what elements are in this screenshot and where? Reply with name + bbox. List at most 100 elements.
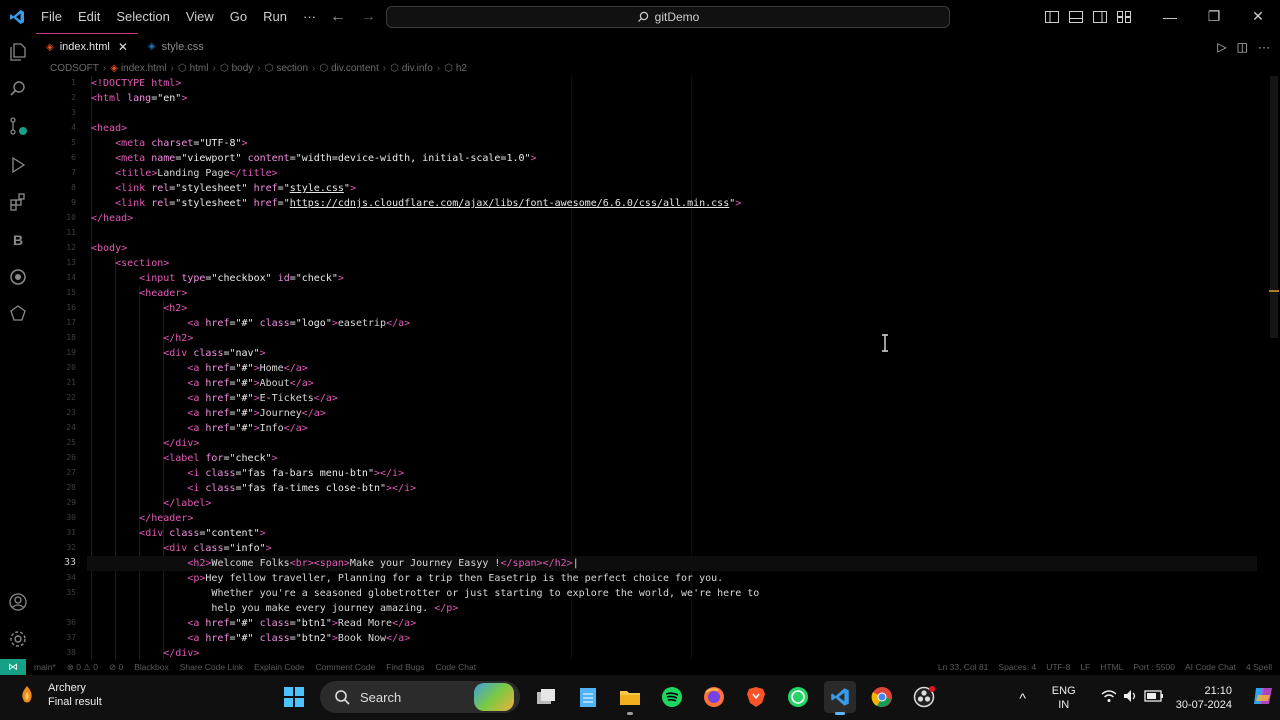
edge-devtools-icon[interactable]: [6, 265, 30, 289]
code-line: <i class="fas fa-bars menu-btn"></i>: [91, 466, 404, 481]
spell-count[interactable]: 4 Spell: [1246, 662, 1272, 672]
file-explorer-icon[interactable]: [614, 681, 646, 715]
maximize-button[interactable]: ❐: [1192, 0, 1236, 33]
ai-code-chat[interactable]: AI Code Chat: [1185, 662, 1236, 672]
code-line: <header>: [91, 286, 187, 301]
explain-code[interactable]: Explain Code: [254, 662, 305, 672]
more-actions-icon[interactable]: ···: [1258, 40, 1270, 54]
cursor-position[interactable]: Ln 33, Col 81: [938, 662, 989, 672]
obs-icon[interactable]: [908, 681, 940, 713]
volume-icon[interactable]: [1120, 689, 1142, 707]
code-chat[interactable]: Code Chat: [435, 662, 476, 672]
breadcrumb-item[interactable]: ⬡ div.content: [319, 63, 378, 74]
code-token: </a>: [386, 633, 411, 644]
code-editor[interactable]: 1 2 3 4 5 6 7 8 9 10 11 12 13 14 15 16 1…: [36, 76, 1268, 659]
menu-edit[interactable]: Edit: [70, 0, 108, 33]
source-control-icon[interactable]: [6, 115, 30, 139]
explorer-icon[interactable]: [6, 40, 30, 64]
remote-explorer-icon[interactable]: [6, 302, 30, 326]
forward-arrow-icon[interactable]: →: [360, 8, 376, 26]
problems-count[interactable]: ⊗ 0 ⚠ 0: [67, 662, 98, 673]
code-token: name: [151, 153, 176, 164]
encoding[interactable]: UTF-8: [1046, 662, 1070, 672]
code-line: <i class="fas fa-times close-btn"></i>: [91, 481, 416, 496]
breadcrumb-item[interactable]: ⬡ body: [220, 63, 253, 74]
breadcrumb-item[interactable]: ⬡ h2: [444, 63, 467, 74]
wifi-icon[interactable]: [1098, 689, 1120, 707]
menu-file[interactable]: File: [33, 0, 70, 33]
settings-gear-icon[interactable]: [6, 627, 30, 651]
breadcrumb-item[interactable]: ⬡ div.info: [390, 63, 433, 74]
run-debug-icon[interactable]: [6, 153, 30, 177]
find-bugs[interactable]: Find Bugs: [386, 662, 424, 672]
breadcrumb-item[interactable]: ⬡ section: [265, 63, 308, 74]
show-hidden-icons[interactable]: ^: [1008, 691, 1038, 705]
menu-view[interactable]: View: [178, 0, 222, 33]
whatsapp-icon[interactable]: [782, 681, 814, 713]
code-area[interactable]: <!DOCTYPE html> <html lang="en"> <head> …: [87, 76, 1257, 659]
breadcrumb-item[interactable]: CODSOFT: [50, 63, 99, 74]
task-view-icon[interactable]: [530, 681, 562, 713]
input-language[interactable]: ENG IN: [1044, 684, 1084, 712]
vscode-taskbar-icon[interactable]: [824, 681, 856, 715]
taskbar-search[interactable]: Search: [320, 681, 520, 713]
toggle-primary-sidebar-icon[interactable]: [1040, 0, 1064, 33]
clock[interactable]: 21:10 30-07-2024: [1176, 684, 1232, 712]
menu-run[interactable]: Run: [255, 0, 295, 33]
toggle-secondary-sidebar-icon[interactable]: [1088, 0, 1112, 33]
back-arrow-icon[interactable]: ←: [330, 8, 346, 26]
code-token: =": [277, 198, 290, 209]
news-widget[interactable]: Archery Final result: [16, 681, 102, 709]
brave-icon[interactable]: [740, 681, 772, 713]
spotify-icon[interactable]: [656, 681, 688, 713]
menu-more[interactable]: ···: [295, 0, 324, 33]
scroll-thumb[interactable]: [1270, 76, 1278, 338]
remote-indicator-icon[interactable]: ⋈: [0, 659, 26, 675]
blackbox-item[interactable]: Blackbox: [134, 662, 169, 672]
run-icon[interactable]: ▷: [1217, 40, 1226, 54]
firefox-icon[interactable]: [698, 681, 730, 713]
git-branch[interactable]: main*: [34, 662, 56, 672]
copilot-icon[interactable]: [1246, 685, 1280, 711]
code-token: >: [271, 453, 278, 464]
language-mode[interactable]: HTML: [1100, 662, 1123, 672]
minimize-button[interactable]: —: [1148, 0, 1192, 33]
comment-code[interactable]: Comment Code: [316, 662, 376, 672]
close-tab-icon[interactable]: ✕: [118, 40, 128, 54]
line-ending[interactable]: LF: [1080, 662, 1090, 672]
account-icon[interactable]: [6, 590, 30, 614]
notepad-icon[interactable]: [572, 681, 604, 713]
battery-icon[interactable]: [1142, 689, 1166, 706]
code-line: <a href="#">Journey</a>: [91, 406, 326, 421]
indentation[interactable]: Spaces: 4: [998, 662, 1036, 672]
running-indicator: [627, 712, 633, 715]
menu-selection[interactable]: Selection: [108, 0, 177, 33]
editor-scrollbar[interactable]: [1268, 76, 1280, 659]
blackbox-icon[interactable]: B: [6, 228, 30, 252]
ports-count[interactable]: ⊘ 0: [109, 662, 123, 673]
line-number: 36: [66, 618, 76, 627]
menu-go[interactable]: Go: [222, 0, 255, 33]
code-token: <div: [163, 348, 194, 359]
command-center-search[interactable]: gitDemo: [386, 6, 950, 28]
windows-start-icon[interactable]: [278, 681, 310, 713]
customize-layout-icon[interactable]: [1112, 0, 1136, 33]
share-code-link[interactable]: Share Code Link: [180, 662, 243, 672]
search-label: Search: [360, 689, 402, 705]
chrome-icon[interactable]: [866, 681, 898, 713]
breadcrumb-item[interactable]: ◈ index.html: [110, 63, 166, 74]
extensions-icon[interactable]: [6, 190, 30, 214]
live-server-port[interactable]: Port : 5500: [1133, 662, 1175, 672]
split-editor-icon[interactable]: ◫: [1237, 40, 1248, 54]
tab-style-css[interactable]: ◈ style.css: [138, 33, 214, 60]
element-icon: ⬡: [319, 62, 329, 74]
close-window-button[interactable]: ✕: [1236, 0, 1280, 33]
search-icon[interactable]: [6, 77, 30, 101]
toggle-panel-icon[interactable]: [1064, 0, 1088, 33]
breadcrumb-item[interactable]: ⬡ html: [178, 63, 209, 74]
tab-index-html[interactable]: ◈ index.html ✕: [36, 33, 138, 60]
